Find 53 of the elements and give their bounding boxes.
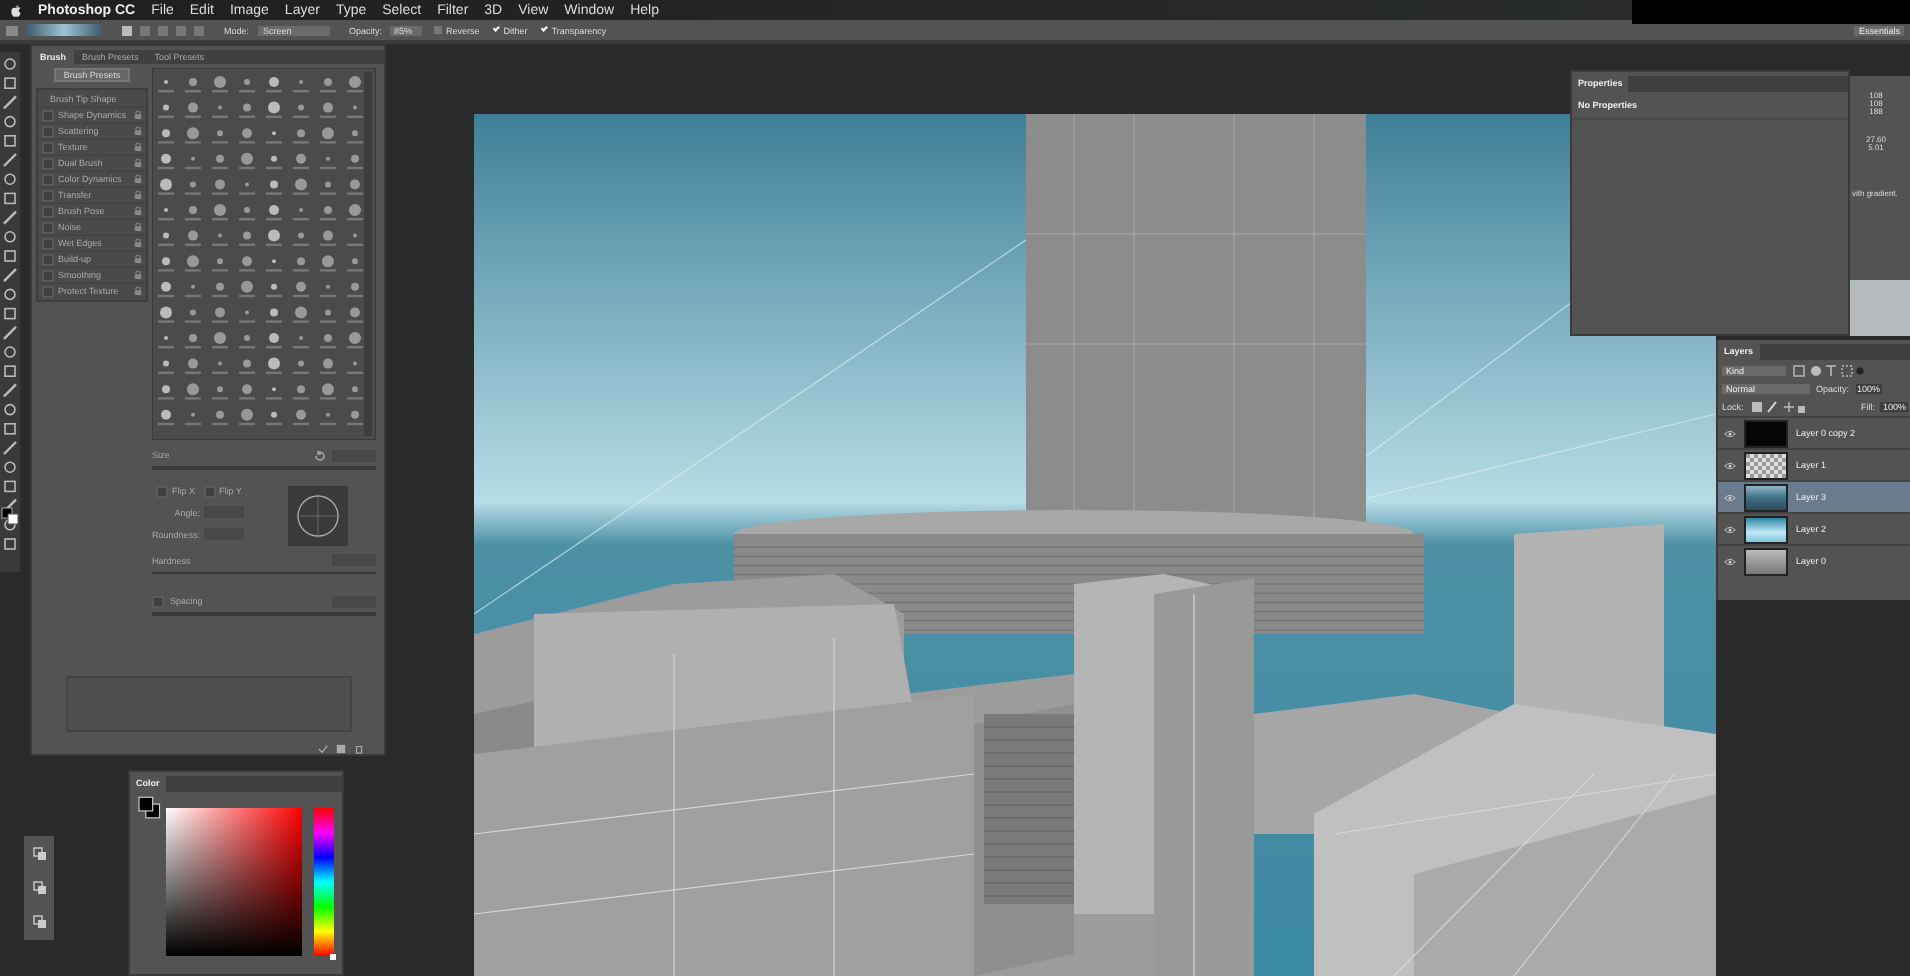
hue-slider-thumb[interactable]	[330, 953, 336, 959]
checkbox[interactable]	[156, 485, 168, 497]
reset-icon[interactable]	[314, 449, 326, 461]
toolbar-drawing[interactable]	[0, 52, 20, 572]
checkbox[interactable]	[42, 141, 54, 153]
brush-angle-preview-icon[interactable]	[288, 485, 348, 545]
trash-icon[interactable]	[354, 744, 364, 754]
image-thumbnail	[1850, 280, 1910, 336]
lock-icon[interactable]	[134, 254, 142, 264]
checkbox[interactable]	[42, 285, 54, 297]
layer-thumbnail	[1744, 419, 1788, 447]
layer-thumbnail	[1744, 483, 1788, 511]
lock-icon[interactable]	[134, 142, 142, 152]
color-swatches-icon[interactable]	[138, 796, 162, 820]
filter-icons-drawing[interactable]	[1792, 363, 1864, 377]
lock-icon[interactable]	[134, 126, 142, 136]
checkbox[interactable]	[42, 205, 54, 217]
checkbox[interactable]	[42, 189, 54, 201]
layer-thumbnail	[1744, 451, 1788, 479]
eye-icon[interactable]	[1724, 461, 1736, 469]
lock-options-icon[interactable]	[1749, 399, 1806, 413]
checkbox[interactable]	[42, 125, 54, 137]
gradient-picker[interactable]	[26, 24, 102, 36]
checkbox[interactable]	[434, 26, 443, 34]
eye-icon[interactable]	[1724, 557, 1736, 565]
checkbox[interactable]	[42, 173, 54, 185]
lock-icon[interactable]	[134, 206, 142, 216]
lock-icon[interactable]	[134, 190, 142, 200]
lock-icon[interactable]	[134, 238, 142, 248]
apple-logo-icon[interactable]	[10, 3, 22, 17]
eye-icon[interactable]	[1724, 525, 1736, 533]
layer-thumbnail	[1744, 515, 1788, 543]
checkbox[interactable]	[42, 157, 54, 169]
checkbox[interactable]	[42, 269, 54, 281]
lock-icon[interactable]	[134, 110, 142, 120]
checkbox[interactable]	[42, 109, 54, 121]
toggle-icon[interactable]	[318, 744, 328, 754]
eye-icon[interactable]	[1724, 429, 1736, 437]
lock-icon[interactable]	[134, 174, 142, 184]
lock-icon[interactable]	[134, 158, 142, 168]
color-field[interactable]	[165, 808, 303, 956]
layer-thumbnail	[1744, 547, 1788, 575]
checkbox[interactable]	[42, 253, 54, 265]
lock-icon[interactable]	[134, 222, 142, 232]
checkbox[interactable]	[42, 237, 54, 249]
lock-icon[interactable]	[134, 286, 142, 296]
eye-icon[interactable]	[1724, 493, 1736, 501]
checkbox[interactable]	[152, 595, 164, 607]
brush-tip-grid-drawing[interactable]	[152, 68, 376, 440]
panel-tool-icon[interactable]	[31, 914, 47, 931]
lock-icon[interactable]	[134, 270, 142, 280]
checkbox[interactable]	[203, 485, 216, 497]
checkbox[interactable]	[42, 221, 54, 233]
